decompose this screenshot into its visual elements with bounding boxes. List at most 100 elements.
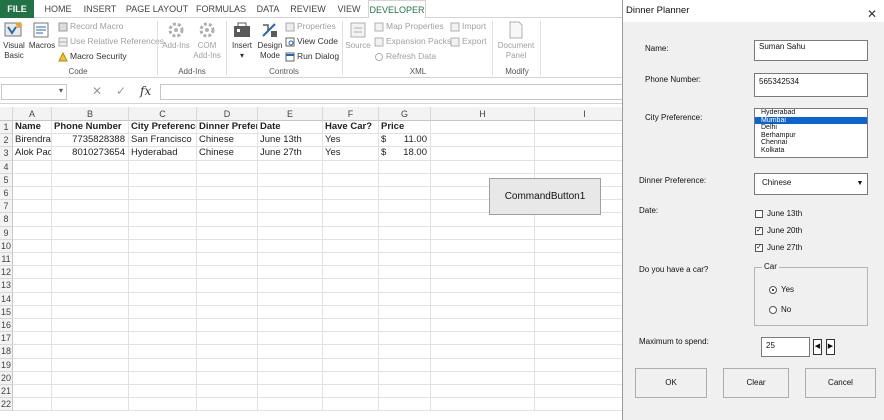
cell[interactable] — [197, 239, 258, 253]
cell[interactable] — [258, 371, 323, 385]
price-cell[interactable]: $11.00 — [379, 134, 431, 148]
cell[interactable] — [323, 239, 379, 253]
macros-button[interactable]: Macros — [28, 20, 56, 51]
data-cell[interactable]: Alok Padhi — [13, 147, 52, 161]
tab-formulas[interactable]: FORMULAS — [194, 0, 248, 18]
row-header[interactable]: 22 — [0, 398, 13, 412]
cell[interactable] — [323, 253, 379, 267]
cell[interactable] — [129, 319, 197, 333]
design-mode-button[interactable]: Design Mode — [256, 20, 284, 61]
header-cell[interactable]: Phone Number — [52, 121, 129, 135]
cell[interactable] — [535, 266, 635, 280]
cell[interactable] — [431, 121, 535, 135]
cell[interactable] — [323, 358, 379, 372]
view-code-button[interactable]: View Code — [285, 34, 338, 48]
cell[interactable] — [52, 253, 129, 267]
row-header[interactable]: 4 — [0, 160, 13, 174]
cell[interactable] — [535, 319, 635, 333]
cell[interactable] — [535, 279, 635, 293]
cell[interactable] — [52, 160, 129, 174]
phone-field[interactable]: 565342534 — [754, 73, 868, 97]
cell[interactable] — [379, 305, 431, 319]
row-header[interactable]: 2 — [0, 134, 13, 148]
data-cell[interactable]: June 13th — [258, 134, 323, 148]
header-cell[interactable]: Date — [258, 121, 323, 135]
cell[interactable] — [258, 358, 323, 372]
select-all-corner[interactable] — [0, 107, 13, 121]
cell[interactable] — [258, 398, 323, 412]
cell[interactable] — [197, 332, 258, 346]
cell[interactable] — [258, 292, 323, 306]
insert-control-button[interactable]: Insert ▾ — [229, 20, 255, 61]
cell[interactable] — [379, 266, 431, 280]
cell[interactable] — [431, 345, 535, 359]
cell[interactable] — [52, 187, 129, 201]
cell[interactable] — [379, 385, 431, 399]
cell[interactable] — [535, 253, 635, 267]
relative-references-button[interactable]: Use Relative References — [58, 34, 164, 48]
cell[interactable] — [129, 279, 197, 293]
cell[interactable] — [431, 226, 535, 240]
data-cell[interactable]: Birendra Pradhan — [13, 134, 52, 148]
cell[interactable] — [379, 160, 431, 174]
column-header[interactable]: A — [13, 107, 52, 121]
cell[interactable] — [197, 371, 258, 385]
row-header[interactable]: 11 — [0, 253, 13, 267]
cell[interactable] — [129, 345, 197, 359]
cell[interactable] — [379, 239, 431, 253]
cell[interactable] — [52, 266, 129, 280]
cell[interactable] — [52, 279, 129, 293]
cell[interactable] — [323, 371, 379, 385]
cell[interactable] — [197, 200, 258, 214]
cell[interactable] — [258, 239, 323, 253]
cell[interactable] — [197, 385, 258, 399]
cell[interactable] — [535, 160, 635, 174]
data-cell[interactable]: 7735828388 — [52, 134, 129, 148]
cell[interactable] — [52, 213, 129, 227]
tab-insert[interactable]: INSERT — [80, 0, 120, 18]
data-cell[interactable]: 8010273654 — [52, 147, 129, 161]
visual-basic-button[interactable]: Visual Basic — [1, 20, 27, 61]
cell[interactable] — [323, 160, 379, 174]
column-header[interactable]: G — [379, 107, 431, 121]
cell[interactable] — [431, 398, 535, 412]
row-header[interactable]: 15 — [0, 305, 13, 319]
column-header[interactable]: B — [52, 107, 129, 121]
row-header[interactable]: 9 — [0, 226, 13, 240]
cell[interactable] — [431, 213, 535, 227]
data-cell[interactable]: Chinese — [197, 134, 258, 148]
row-header[interactable]: 13 — [0, 279, 13, 293]
row-header[interactable]: 20 — [0, 371, 13, 385]
cell[interactable] — [197, 279, 258, 293]
cell[interactable] — [379, 371, 431, 385]
cell[interactable] — [13, 253, 52, 267]
cell[interactable] — [129, 200, 197, 214]
cell[interactable] — [379, 226, 431, 240]
cell[interactable] — [129, 213, 197, 227]
row-header[interactable]: 8 — [0, 213, 13, 227]
cell[interactable] — [323, 226, 379, 240]
cell[interactable] — [535, 239, 635, 253]
cell[interactable] — [197, 213, 258, 227]
run-dialog-button[interactable]: Run Dialog — [285, 49, 339, 63]
cell[interactable] — [129, 266, 197, 280]
cell[interactable] — [197, 292, 258, 306]
add-ins-button[interactable]: Add-Ins — [160, 20, 192, 51]
cell[interactable] — [379, 292, 431, 306]
cell[interactable] — [258, 332, 323, 346]
cell[interactable] — [13, 358, 52, 372]
cell[interactable] — [379, 398, 431, 412]
cell[interactable] — [129, 292, 197, 306]
cell[interactable] — [129, 305, 197, 319]
tab-home[interactable]: HOME — [40, 0, 76, 18]
cell[interactable] — [258, 200, 323, 214]
cell[interactable] — [197, 266, 258, 280]
cell[interactable] — [197, 305, 258, 319]
city-list-item[interactable]: Kolkata — [755, 147, 867, 155]
cell[interactable] — [431, 332, 535, 346]
cell[interactable] — [13, 385, 52, 399]
row-header[interactable]: 17 — [0, 332, 13, 346]
cell[interactable] — [52, 292, 129, 306]
city-listbox[interactable]: Hyderabad Mumbai Delhi Berhampur Chennai Kolk… — [754, 108, 868, 158]
column-header[interactable]: I — [535, 107, 635, 121]
